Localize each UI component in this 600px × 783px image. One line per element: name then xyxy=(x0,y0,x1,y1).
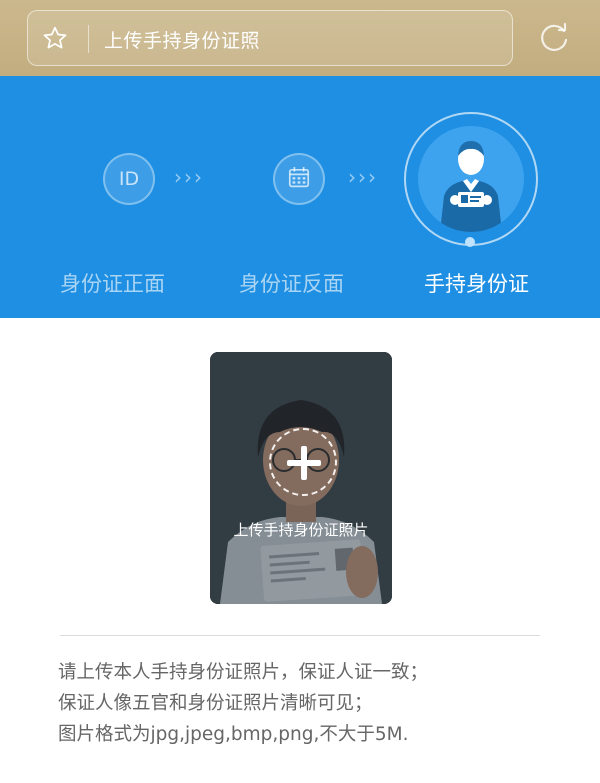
step-label-id-back: 身份证反面 xyxy=(239,272,344,296)
person-holding-id-icon xyxy=(418,126,524,232)
step-indicator: ID ››› ››› 身份证正面 身份证反面 手持身份证 xyxy=(0,76,600,318)
star-icon[interactable] xyxy=(42,25,68,51)
active-step-dot xyxy=(465,237,475,247)
step-id-front-icon: ID xyxy=(103,153,155,205)
step-label-handheld-id: 手持身份证 xyxy=(424,272,529,296)
upload-label: 上传手持身份证照片 xyxy=(233,521,369,539)
plus-icon[interactable] xyxy=(269,428,337,496)
instruction-line: 图片格式为jpg,jpeg,bmp,png,不大于5M. xyxy=(58,724,409,745)
title-bar-box: 上传手持身份证照 xyxy=(27,10,513,66)
id-icon-text: ID xyxy=(118,168,140,190)
page-title: 上传手持身份证照 xyxy=(104,30,261,52)
step-arrows: ››› xyxy=(174,165,204,189)
instruction-line: 保证人像五官和身份证照片清晰可见； xyxy=(58,693,373,714)
step-arrows: ››› xyxy=(348,165,378,189)
refresh-icon[interactable] xyxy=(536,20,572,56)
step-label-id-front: 身份证正面 xyxy=(60,272,165,296)
top-bar: 上传手持身份证照 xyxy=(0,0,600,76)
title-divider xyxy=(88,25,89,53)
upload-photo-button[interactable]: 上传手持身份证照片 xyxy=(210,352,392,604)
instruction-line: 请上传本人手持身份证照片，保证人证一致； xyxy=(58,662,429,683)
upload-instructions: 请上传本人手持身份证照片，保证人证一致； 保证人像五官和身份证照片清晰可见； 图… xyxy=(58,657,558,750)
step-handheld-id-indicator xyxy=(404,112,538,246)
section-divider xyxy=(60,635,540,636)
calendar-icon xyxy=(273,153,325,205)
